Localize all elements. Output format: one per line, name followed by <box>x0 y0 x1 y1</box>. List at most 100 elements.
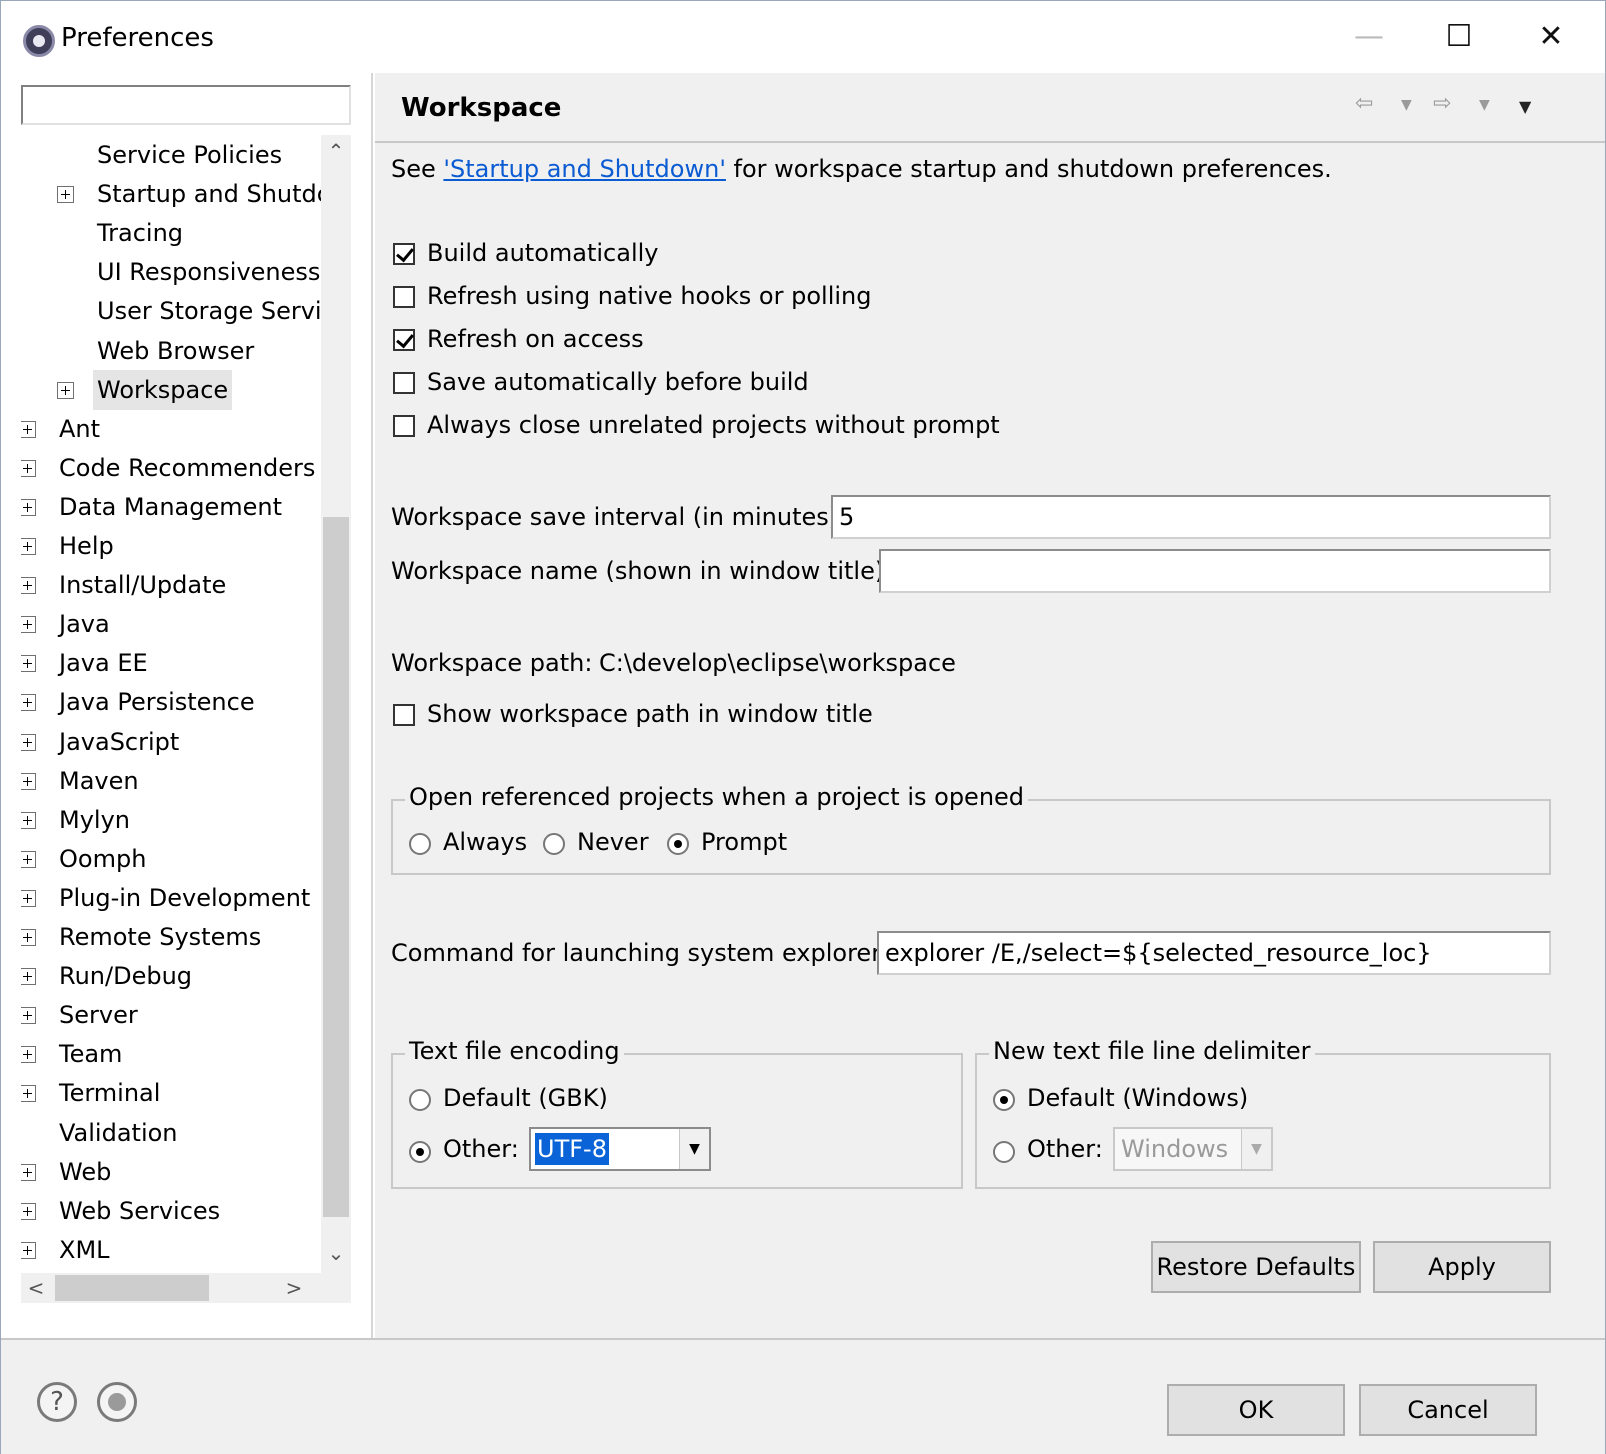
expand-icon[interactable] <box>21 460 36 477</box>
close-button[interactable]: ✕ <box>1513 11 1589 61</box>
encoding-other-radio[interactable] <box>409 1141 431 1163</box>
tree-item[interactable]: Code Recommenders <box>21 448 321 488</box>
open-ref-always-radio[interactable] <box>409 833 431 855</box>
tree-item[interactable]: Plug-in Development <box>21 878 321 918</box>
tree-item[interactable]: Ant <box>21 409 321 449</box>
tree-item[interactable]: Workspace <box>21 370 321 410</box>
scroll-thumb-horizontal[interactable] <box>55 1275 209 1301</box>
tree-item[interactable]: JavaScript <box>21 722 321 762</box>
expand-icon[interactable] <box>21 538 36 555</box>
close-unrelated-checkbox[interactable] <box>393 415 415 437</box>
tree-item[interactable]: Java <box>21 604 321 644</box>
tree-item-label: Team <box>59 1040 123 1068</box>
tree-item[interactable]: Data Management <box>21 487 321 527</box>
tree-item[interactable]: Mylyn <box>21 800 321 840</box>
back-dropdown-icon[interactable]: ▼ <box>1401 97 1412 113</box>
tree-item[interactable]: Help <box>21 526 321 566</box>
ok-button[interactable]: OK <box>1167 1384 1345 1436</box>
maximize-button[interactable]: ☐ <box>1421 11 1497 61</box>
expand-icon[interactable] <box>21 1203 36 1220</box>
tree-horizontal-scrollbar[interactable]: < > <box>21 1273 351 1303</box>
tree-item[interactable]: UI Responsiveness <box>21 252 321 292</box>
apply-button[interactable]: Apply <box>1373 1241 1551 1293</box>
build-automatically-checkbox[interactable] <box>393 243 415 265</box>
tree-vertical-scrollbar[interactable]: ⌃ ⌄ <box>321 135 351 1275</box>
refresh-on-access-label: Refresh on access <box>427 325 644 353</box>
tree-item[interactable]: Maven <box>21 761 321 801</box>
tree-item-label: Web <box>59 1158 112 1186</box>
encoding-default-radio[interactable] <box>409 1089 431 1111</box>
tree-item[interactable]: Java EE <box>21 643 321 683</box>
tree-item[interactable]: Tracing <box>21 213 321 253</box>
tree-item[interactable]: Validation <box>21 1113 321 1153</box>
record-icon[interactable] <box>97 1382 137 1422</box>
tree-item[interactable]: User Storage Servi <box>21 291 321 331</box>
expand-icon[interactable] <box>21 968 36 985</box>
workspace-name-input[interactable] <box>879 549 1551 593</box>
expand-icon[interactable] <box>21 1085 36 1102</box>
tree-item[interactable]: Run/Debug <box>21 956 321 996</box>
tree-item[interactable]: Startup and Shutdc <box>21 174 321 214</box>
expand-icon[interactable] <box>21 734 36 751</box>
tree-item[interactable]: Terminal <box>21 1073 321 1113</box>
refresh-on-access-checkbox[interactable] <box>393 329 415 351</box>
tree-item[interactable]: Install/Update <box>21 565 321 605</box>
expand-icon[interactable] <box>21 812 36 829</box>
view-menu-icon[interactable]: ▼ <box>1519 97 1531 116</box>
tree-item[interactable]: Web Services <box>21 1191 321 1231</box>
minimize-button[interactable]: — <box>1331 11 1407 61</box>
show-path-checkbox[interactable] <box>393 704 415 726</box>
help-icon[interactable]: ? <box>37 1382 77 1422</box>
save-before-build-label: Save automatically before build <box>427 368 809 396</box>
expand-icon[interactable] <box>57 186 74 203</box>
scroll-thumb[interactable] <box>323 517 349 1217</box>
expand-icon[interactable] <box>57 382 74 399</box>
open-ref-prompt-radio[interactable] <box>667 833 689 855</box>
expand-icon[interactable] <box>21 577 36 594</box>
expand-icon[interactable] <box>21 655 36 672</box>
delimiter-default-radio[interactable] <box>993 1089 1015 1111</box>
open-ref-never-radio[interactable] <box>543 833 565 855</box>
expand-icon[interactable] <box>21 1007 36 1024</box>
expand-icon[interactable] <box>21 421 36 438</box>
tree-item[interactable]: Java Persistence <box>21 682 321 722</box>
expand-icon[interactable] <box>21 890 36 907</box>
scroll-up-icon[interactable]: ⌃ <box>321 139 351 169</box>
expand-icon[interactable] <box>21 499 36 516</box>
show-path-label: Show workspace path in window title <box>427 700 873 728</box>
expand-icon[interactable] <box>21 1164 36 1181</box>
cancel-button[interactable]: Cancel <box>1359 1384 1537 1436</box>
system-explorer-input[interactable]: explorer /E,/select=${selected_resource_… <box>877 931 1551 975</box>
delimiter-other-radio[interactable] <box>993 1141 1015 1163</box>
expand-icon[interactable] <box>21 694 36 711</box>
tree-item[interactable]: Web Browser <box>21 331 321 371</box>
startup-shutdown-link[interactable]: 'Startup and Shutdown' <box>443 155 726 183</box>
scroll-left-icon[interactable]: < <box>21 1273 51 1303</box>
tree-item[interactable]: Service Policies <box>21 135 321 175</box>
tree-item[interactable]: Team <box>21 1034 321 1074</box>
tree-item[interactable]: Server <box>21 995 321 1035</box>
expand-icon[interactable] <box>21 929 36 946</box>
scroll-down-icon[interactable]: ⌄ <box>321 1241 351 1271</box>
chevron-down-icon[interactable]: ▼ <box>679 1129 709 1169</box>
scroll-right-icon[interactable]: > <box>279 1273 309 1303</box>
save-interval-input[interactable]: 5 <box>831 495 1551 539</box>
expand-icon[interactable] <box>21 773 36 790</box>
encoding-combo[interactable]: UTF-8 ▼ <box>529 1127 711 1171</box>
expand-icon[interactable] <box>21 616 36 633</box>
tree-item[interactable]: Web <box>21 1152 321 1192</box>
tree-item[interactable]: XML <box>21 1230 321 1270</box>
expand-icon[interactable] <box>21 1242 36 1259</box>
forward-icon[interactable]: ⇨ <box>1433 91 1451 116</box>
tree-item[interactable]: Oomph <box>21 839 321 879</box>
encoding-default-label: Default (GBK) <box>443 1084 608 1112</box>
expand-icon[interactable] <box>21 851 36 868</box>
refresh-native-checkbox[interactable] <box>393 286 415 308</box>
save-before-build-checkbox[interactable] <box>393 372 415 394</box>
tree-item[interactable]: Remote Systems <box>21 917 321 957</box>
filter-input[interactable] <box>21 85 351 125</box>
restore-defaults-button[interactable]: Restore Defaults <box>1151 1241 1361 1293</box>
back-icon[interactable]: ⇦ <box>1355 91 1373 116</box>
expand-icon[interactable] <box>21 1046 36 1063</box>
forward-dropdown-icon[interactable]: ▼ <box>1479 97 1490 113</box>
